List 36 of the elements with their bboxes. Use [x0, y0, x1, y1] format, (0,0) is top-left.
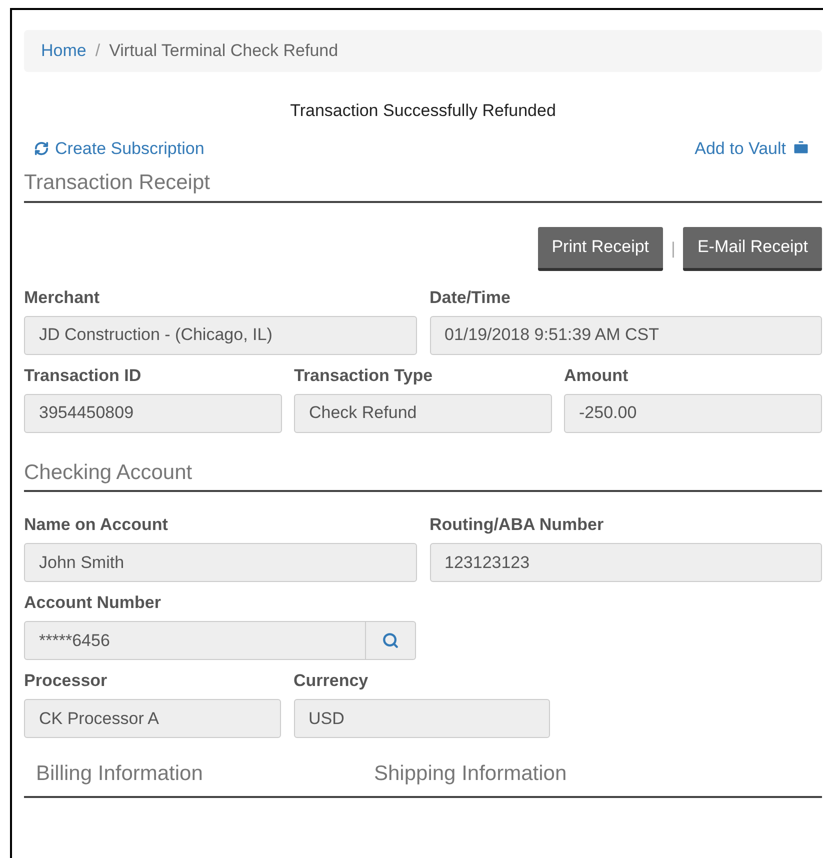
input-field[interactable]: 01/19/2018 9:51:39 AM CST [430, 316, 822, 354]
button-separator: | [671, 238, 676, 260]
info-tab[interactable]: Billing Information [34, 758, 356, 796]
breadcrumb-link[interactable]: Home [41, 38, 86, 64]
search-icon [382, 632, 399, 649]
field-label: Account Number [24, 592, 162, 614]
section-heading: Transaction Receipt [24, 171, 210, 194]
input-field[interactable]: CK Processor A [24, 699, 280, 738]
section-heading: Checking Account [24, 460, 192, 484]
receipt-button[interactable]: Print Receipt [538, 226, 664, 270]
field-label: Date/Time [430, 286, 512, 308]
breadcrumb-current: Virtual Terminal Check Refund [109, 40, 338, 62]
add-to-vault-link[interactable]: Add to Vault [694, 136, 810, 161]
field-label: Routing/ABA Number [430, 514, 605, 536]
create-subscription-link[interactable]: Create Subscription [34, 136, 204, 161]
input-field[interactable]: 123123123 [430, 543, 822, 582]
info-tab[interactable]: Shipping Information [372, 758, 569, 796]
field-label: Currency [294, 670, 370, 692]
field-label: Amount [564, 364, 630, 386]
field-label: Transaction ID [24, 364, 142, 386]
refresh-icon [34, 140, 49, 156]
field-label: Merchant [24, 286, 101, 308]
input-field[interactable]: *****6456 [24, 621, 366, 660]
input-field[interactable]: USD [294, 699, 550, 738]
field-label: Processor [24, 670, 108, 692]
status-message: Transaction Successfully Refunded [290, 100, 556, 122]
receipt-button[interactable]: E-Mail Receipt [683, 226, 822, 270]
search-button[interactable] [366, 621, 416, 660]
input-field[interactable]: JD Construction - (Chicago, IL) [24, 316, 416, 354]
input-field[interactable]: John Smith [24, 543, 416, 582]
field-label: Transaction Type [294, 364, 434, 386]
input-field[interactable]: -250.00 [564, 394, 822, 432]
breadcrumb-separator: / [95, 40, 100, 62]
input-field[interactable]: 3954450809 [24, 394, 282, 432]
input-field[interactable]: Check Refund [294, 394, 552, 432]
field-label: Name on Account [24, 514, 169, 536]
